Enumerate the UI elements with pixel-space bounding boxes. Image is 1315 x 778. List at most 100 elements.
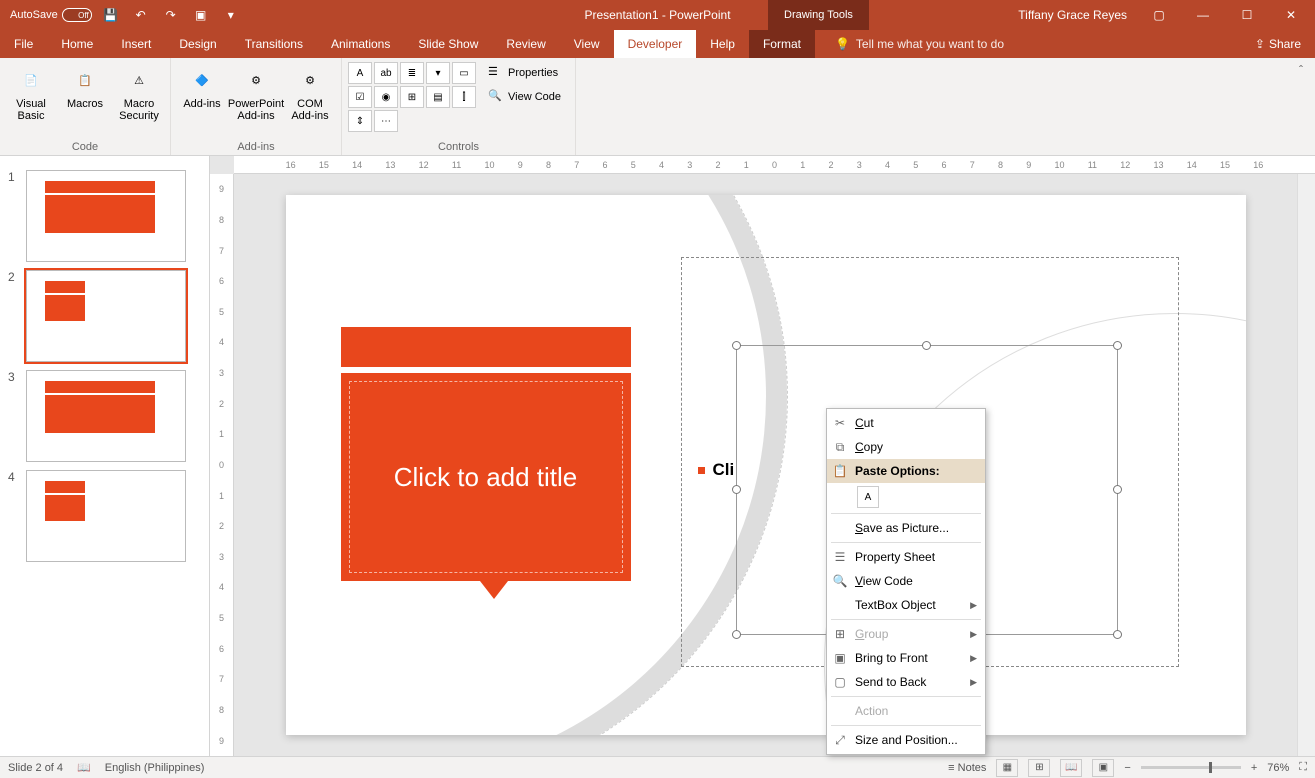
cm-paste-options[interactable]: 📋Paste Options: (827, 459, 985, 483)
separator (831, 696, 981, 697)
undo-icon[interactable]: ↶ (130, 4, 152, 26)
cm-cut[interactable]: ✂Cut (827, 411, 985, 435)
cm-save-picture[interactable]: Save as Picture... (827, 516, 985, 540)
paste-text-only-icon[interactable]: A (857, 486, 879, 508)
vertical-ruler[interactable]: 9876543210123456789 (210, 174, 234, 756)
sorter-view-icon[interactable]: ⊞ (1028, 759, 1050, 777)
slide-thumb-1[interactable] (26, 170, 186, 262)
close-icon[interactable]: ✕ (1271, 0, 1311, 30)
selection-handle[interactable] (1113, 341, 1122, 350)
visual-basic-button[interactable]: 📄Visual Basic (6, 62, 56, 124)
slide[interactable]: Click to add title Cli (286, 195, 1246, 735)
spellcheck-icon[interactable]: 📖 (77, 761, 91, 774)
ppt-addins-button[interactable]: ⚙PowerPoint Add-ins (231, 62, 281, 124)
tab-review[interactable]: Review (492, 30, 559, 58)
properties-icon: ☰ (831, 548, 849, 566)
label-control-icon[interactable]: ab (374, 62, 398, 84)
vertical-scrollbar[interactable] (1297, 174, 1315, 756)
tab-slideshow[interactable]: Slide Show (404, 30, 492, 58)
slide-canvas[interactable]: Click to add title Cli (234, 174, 1297, 756)
save-icon[interactable]: 💾 (100, 4, 122, 26)
view-code-button[interactable]: 🔍View Code (480, 86, 569, 108)
spin-control-icon[interactable]: ⇕ (348, 110, 372, 132)
gear-icon: ⚙ (294, 64, 326, 96)
cm-view-code[interactable]: 🔍View Code (827, 569, 985, 593)
tab-help[interactable]: Help (696, 30, 749, 58)
zoom-level[interactable]: 76% (1267, 762, 1289, 774)
properties-button[interactable]: ☰Properties (480, 62, 569, 84)
cm-size-position[interactable]: ⤢Size and Position... (827, 728, 985, 752)
tab-format[interactable]: Format (749, 30, 815, 58)
statusbar: Slide 2 of 4 📖 English (Philippines) ≡ N… (0, 756, 1315, 778)
slide-panel[interactable]: 1 2 3 4 (0, 156, 210, 756)
autosave[interactable]: AutoSave Off (10, 8, 92, 22)
more-controls-icon[interactable]: ⋯ (374, 110, 398, 132)
tell-me-search[interactable]: 💡 Tell me what you want to do (835, 30, 1004, 58)
image-control-icon[interactable]: ▭ (452, 62, 476, 84)
tab-file[interactable]: File (0, 30, 47, 58)
zoom-in-icon[interactable]: + (1251, 762, 1257, 774)
tab-animations[interactable]: Animations (317, 30, 404, 58)
slideshow-view-icon[interactable]: ▣ (1092, 759, 1114, 777)
checkbox-control-icon[interactable]: ☑ (348, 86, 372, 108)
notes-button[interactable]: ≡ Notes (948, 762, 986, 774)
language-status[interactable]: English (Philippines) (105, 762, 205, 774)
user-name[interactable]: Tiffany Grace Reyes (1018, 8, 1127, 22)
macros-button[interactable]: 📋Macros (60, 62, 110, 112)
option-control-icon[interactable]: ◉ (374, 86, 398, 108)
start-slideshow-icon[interactable]: ▣ (190, 4, 212, 26)
horizontal-ruler[interactable]: 1615141312111098765432101234567891011121… (234, 156, 1315, 174)
qat-dropdown-icon[interactable]: ▾ (220, 4, 242, 26)
toggle-control-icon[interactable]: ⊞ (400, 86, 424, 108)
normal-view-icon[interactable]: ▦ (996, 759, 1018, 777)
cm-bring-front[interactable]: ▣Bring to Front▶ (827, 646, 985, 670)
textbox-control-icon[interactable]: A (348, 62, 372, 84)
zoom-out-icon[interactable]: − (1124, 762, 1130, 774)
cm-copy[interactable]: ⧉Copy (827, 435, 985, 459)
editor: 1615141312111098765432101234567891011121… (210, 156, 1315, 756)
title-placeholder[interactable]: Click to add title (341, 373, 631, 581)
slide-thumb-2[interactable] (26, 270, 186, 362)
zoom-slider[interactable] (1141, 766, 1241, 769)
cm-send-back[interactable]: ▢Send to Back▶ (827, 670, 985, 694)
title-header-shape[interactable] (341, 327, 631, 367)
tab-home[interactable]: Home (47, 30, 107, 58)
selection-handle[interactable] (732, 341, 741, 350)
share-button[interactable]: ⇪ Share (1241, 30, 1315, 58)
cm-textbox-object[interactable]: TextBox Object▶ (827, 593, 985, 617)
cm-property-sheet[interactable]: ☰Property Sheet (827, 545, 985, 569)
ribbon-display-icon[interactable]: ▢ (1139, 0, 1179, 30)
tab-insert[interactable]: Insert (107, 30, 165, 58)
scrollbar-control-icon[interactable]: ⫿ (452, 86, 476, 108)
minimize-icon[interactable]: ― (1183, 0, 1223, 30)
selection-handle[interactable] (1113, 485, 1122, 494)
collapse-ribbon-icon[interactable]: ˆ (1291, 60, 1311, 80)
fit-slide-icon[interactable]: ⛶ (1299, 761, 1307, 774)
tab-view[interactable]: View (560, 30, 614, 58)
visual-basic-icon: 📄 (15, 64, 47, 96)
tab-design[interactable]: Design (165, 30, 230, 58)
zoom-thumb[interactable] (1209, 762, 1212, 773)
tab-transitions[interactable]: Transitions (231, 30, 317, 58)
slide-thumb-4[interactable] (26, 470, 186, 562)
autosave-toggle[interactable]: Off (62, 8, 92, 22)
selection-handle[interactable] (1113, 630, 1122, 639)
chevron-right-icon: ▶ (970, 653, 977, 664)
maximize-icon[interactable]: ☐ (1227, 0, 1267, 30)
listbox-control-icon[interactable]: ≣ (400, 62, 424, 84)
addins-button[interactable]: 🔷Add-ins (177, 62, 227, 112)
tab-developer[interactable]: Developer (614, 30, 697, 58)
separator (831, 619, 981, 620)
drawing-tools-tab: Drawing Tools (768, 0, 869, 30)
macro-security-button[interactable]: ⚠Macro Security (114, 62, 164, 124)
slide-counter[interactable]: Slide 2 of 4 (8, 762, 63, 774)
selection-handle[interactable] (732, 485, 741, 494)
redo-icon[interactable]: ↷ (160, 4, 182, 26)
selection-handle[interactable] (732, 630, 741, 639)
selection-handle[interactable] (922, 341, 931, 350)
com-addins-button[interactable]: ⚙COM Add-ins (285, 62, 335, 124)
reading-view-icon[interactable]: 📖 (1060, 759, 1082, 777)
slide-thumb-3[interactable] (26, 370, 186, 462)
combobox-control-icon[interactable]: ▾ (426, 62, 450, 84)
frame-control-icon[interactable]: ▤ (426, 86, 450, 108)
